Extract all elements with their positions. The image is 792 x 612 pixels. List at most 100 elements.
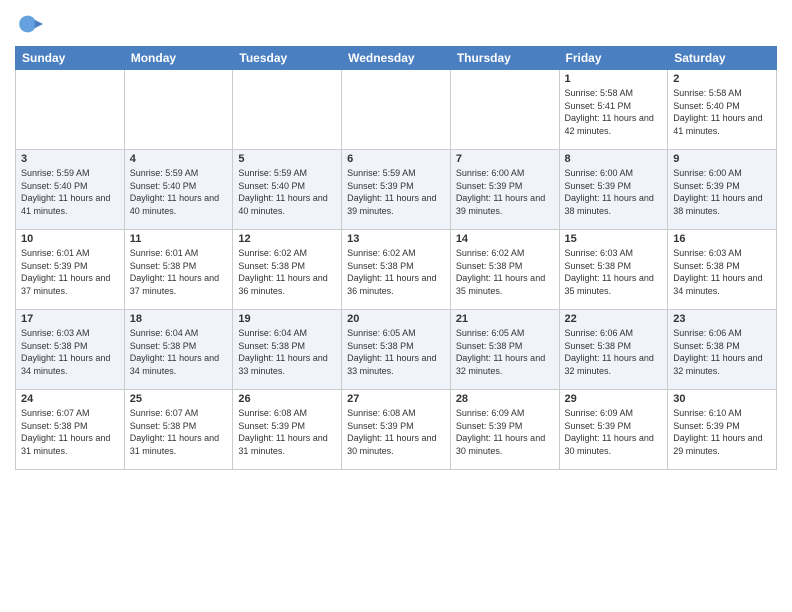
day-info: Sunrise: 6:03 AMSunset: 5:38 PMDaylight:… bbox=[21, 327, 119, 377]
calendar-cell: 6 Sunrise: 5:59 AMSunset: 5:39 PMDaylight… bbox=[342, 150, 451, 230]
day-info: Sunrise: 6:10 AMSunset: 5:39 PMDaylight:… bbox=[673, 407, 771, 457]
weekday-header: Saturday bbox=[668, 47, 777, 70]
day-number: 23 bbox=[673, 313, 771, 325]
day-info: Sunrise: 6:07 AMSunset: 5:38 PMDaylight:… bbox=[130, 407, 228, 457]
day-info: Sunrise: 5:59 AMSunset: 5:40 PMDaylight:… bbox=[130, 167, 228, 217]
calendar-cell: 16 Sunrise: 6:03 AMSunset: 5:38 PMDayligh… bbox=[668, 230, 777, 310]
weekday-header-row: SundayMondayTuesdayWednesdayThursdayFrid… bbox=[16, 47, 777, 70]
day-info: Sunrise: 5:59 AMSunset: 5:39 PMDaylight:… bbox=[347, 167, 445, 217]
weekday-header: Friday bbox=[559, 47, 668, 70]
calendar-cell: 27 Sunrise: 6:08 AMSunset: 5:39 PMDayligh… bbox=[342, 390, 451, 470]
day-info: Sunrise: 6:02 AMSunset: 5:38 PMDaylight:… bbox=[238, 247, 336, 297]
day-info: Sunrise: 6:01 AMSunset: 5:38 PMDaylight:… bbox=[130, 247, 228, 297]
day-info: Sunrise: 6:00 AMSunset: 5:39 PMDaylight:… bbox=[456, 167, 554, 217]
calendar-cell: 2 Sunrise: 5:58 AMSunset: 5:40 PMDaylight… bbox=[668, 70, 777, 150]
day-number: 2 bbox=[673, 73, 771, 85]
day-info: Sunrise: 5:59 AMSunset: 5:40 PMDaylight:… bbox=[21, 167, 119, 217]
calendar-week-row: 10Sunrise: 6:01 AMSunset: 5:39 PMDayligh… bbox=[16, 230, 777, 310]
weekday-header: Thursday bbox=[450, 47, 559, 70]
calendar-week-row: 24 Sunrise: 6:07 AMSunset: 5:38 PMDayligh… bbox=[16, 390, 777, 470]
calendar-cell: 1 Sunrise: 5:58 AMSunset: 5:41 PMDaylight… bbox=[559, 70, 668, 150]
day-number: 20 bbox=[347, 313, 445, 325]
calendar-cell: 4 Sunrise: 5:59 AMSunset: 5:40 PMDaylight… bbox=[124, 150, 233, 230]
day-info: Sunrise: 6:03 AMSunset: 5:38 PMDaylight:… bbox=[565, 247, 663, 297]
day-number: 14 bbox=[456, 233, 554, 245]
day-info: Sunrise: 6:02 AMSunset: 5:38 PMDaylight:… bbox=[347, 247, 445, 297]
day-info: Sunrise: 5:58 AMSunset: 5:41 PMDaylight:… bbox=[565, 87, 663, 137]
calendar-week-row: 3 Sunrise: 5:59 AMSunset: 5:40 PMDaylight… bbox=[16, 150, 777, 230]
day-number: 19 bbox=[238, 313, 336, 325]
calendar-cell bbox=[124, 70, 233, 150]
day-info: Sunrise: 6:03 AMSunset: 5:38 PMDaylight:… bbox=[673, 247, 771, 297]
day-number: 26 bbox=[238, 393, 336, 405]
calendar-cell: 3 Sunrise: 5:59 AMSunset: 5:40 PMDaylight… bbox=[16, 150, 125, 230]
day-number: 24 bbox=[21, 393, 119, 405]
day-info: Sunrise: 6:08 AMSunset: 5:39 PMDaylight:… bbox=[238, 407, 336, 457]
day-info: Sunrise: 6:09 AMSunset: 5:39 PMDaylight:… bbox=[565, 407, 663, 457]
day-info: Sunrise: 6:00 AMSunset: 5:39 PMDaylight:… bbox=[673, 167, 771, 217]
day-number: 6 bbox=[347, 153, 445, 165]
day-number: 8 bbox=[565, 153, 663, 165]
day-number: 7 bbox=[456, 153, 554, 165]
logo-icon bbox=[15, 10, 43, 38]
weekday-header: Wednesday bbox=[342, 47, 451, 70]
header bbox=[15, 10, 777, 38]
weekday-header: Monday bbox=[124, 47, 233, 70]
weekday-header: Sunday bbox=[16, 47, 125, 70]
day-info: Sunrise: 6:07 AMSunset: 5:38 PMDaylight:… bbox=[21, 407, 119, 457]
calendar-cell: 30Sunrise: 6:10 AMSunset: 5:39 PMDayligh… bbox=[668, 390, 777, 470]
day-info: Sunrise: 6:08 AMSunset: 5:39 PMDaylight:… bbox=[347, 407, 445, 457]
calendar-cell: 29 Sunrise: 6:09 AMSunset: 5:39 PMDayligh… bbox=[559, 390, 668, 470]
calendar-week-row: 17 Sunrise: 6:03 AMSunset: 5:38 PMDayligh… bbox=[16, 310, 777, 390]
logo bbox=[15, 10, 46, 38]
calendar-cell bbox=[16, 70, 125, 150]
day-number: 15 bbox=[565, 233, 663, 245]
calendar-cell: 14 Sunrise: 6:02 AMSunset: 5:38 PMDayligh… bbox=[450, 230, 559, 310]
calendar-cell bbox=[233, 70, 342, 150]
calendar-cell: 26 Sunrise: 6:08 AMSunset: 5:39 PMDayligh… bbox=[233, 390, 342, 470]
day-number: 25 bbox=[130, 393, 228, 405]
calendar-cell: 22 Sunrise: 6:06 AMSunset: 5:38 PMDayligh… bbox=[559, 310, 668, 390]
day-number: 22 bbox=[565, 313, 663, 325]
day-number: 18 bbox=[130, 313, 228, 325]
calendar-cell: 19 Sunrise: 6:04 AMSunset: 5:38 PMDayligh… bbox=[233, 310, 342, 390]
day-info: Sunrise: 6:05 AMSunset: 5:38 PMDaylight:… bbox=[456, 327, 554, 377]
calendar-week-row: 1 Sunrise: 5:58 AMSunset: 5:41 PMDaylight… bbox=[16, 70, 777, 150]
day-info: Sunrise: 6:01 AMSunset: 5:39 PMDaylight:… bbox=[21, 247, 119, 297]
day-number: 12 bbox=[238, 233, 336, 245]
weekday-header: Tuesday bbox=[233, 47, 342, 70]
day-number: 17 bbox=[21, 313, 119, 325]
day-number: 27 bbox=[347, 393, 445, 405]
calendar-cell: 10Sunrise: 6:01 AMSunset: 5:39 PMDayligh… bbox=[16, 230, 125, 310]
day-number: 28 bbox=[456, 393, 554, 405]
calendar-cell: 28 Sunrise: 6:09 AMSunset: 5:39 PMDayligh… bbox=[450, 390, 559, 470]
day-number: 4 bbox=[130, 153, 228, 165]
day-info: Sunrise: 5:58 AMSunset: 5:40 PMDaylight:… bbox=[673, 87, 771, 137]
calendar-cell: 11Sunrise: 6:01 AMSunset: 5:38 PMDayligh… bbox=[124, 230, 233, 310]
day-info: Sunrise: 5:59 AMSunset: 5:40 PMDaylight:… bbox=[238, 167, 336, 217]
calendar-cell: 5 Sunrise: 5:59 AMSunset: 5:40 PMDaylight… bbox=[233, 150, 342, 230]
day-info: Sunrise: 6:04 AMSunset: 5:38 PMDaylight:… bbox=[238, 327, 336, 377]
day-number: 5 bbox=[238, 153, 336, 165]
calendar-cell: 25 Sunrise: 6:07 AMSunset: 5:38 PMDayligh… bbox=[124, 390, 233, 470]
calendar-cell: 20Sunrise: 6:05 AMSunset: 5:38 PMDayligh… bbox=[342, 310, 451, 390]
day-info: Sunrise: 6:06 AMSunset: 5:38 PMDaylight:… bbox=[673, 327, 771, 377]
day-number: 1 bbox=[565, 73, 663, 85]
calendar-cell: 21 Sunrise: 6:05 AMSunset: 5:38 PMDayligh… bbox=[450, 310, 559, 390]
calendar: SundayMondayTuesdayWednesdayThursdayFrid… bbox=[15, 46, 777, 470]
calendar-cell: 23 Sunrise: 6:06 AMSunset: 5:38 PMDayligh… bbox=[668, 310, 777, 390]
calendar-cell bbox=[450, 70, 559, 150]
day-info: Sunrise: 6:02 AMSunset: 5:38 PMDaylight:… bbox=[456, 247, 554, 297]
day-number: 16 bbox=[673, 233, 771, 245]
day-number: 3 bbox=[21, 153, 119, 165]
day-number: 21 bbox=[456, 313, 554, 325]
day-info: Sunrise: 6:09 AMSunset: 5:39 PMDaylight:… bbox=[456, 407, 554, 457]
day-number: 29 bbox=[565, 393, 663, 405]
day-number: 9 bbox=[673, 153, 771, 165]
calendar-cell: 8 Sunrise: 6:00 AMSunset: 5:39 PMDaylight… bbox=[559, 150, 668, 230]
day-info: Sunrise: 6:00 AMSunset: 5:39 PMDaylight:… bbox=[565, 167, 663, 217]
day-info: Sunrise: 6:06 AMSunset: 5:38 PMDaylight:… bbox=[565, 327, 663, 377]
calendar-cell: 15 Sunrise: 6:03 AMSunset: 5:38 PMDayligh… bbox=[559, 230, 668, 310]
calendar-cell: 12 Sunrise: 6:02 AMSunset: 5:38 PMDayligh… bbox=[233, 230, 342, 310]
calendar-cell: 24 Sunrise: 6:07 AMSunset: 5:38 PMDayligh… bbox=[16, 390, 125, 470]
